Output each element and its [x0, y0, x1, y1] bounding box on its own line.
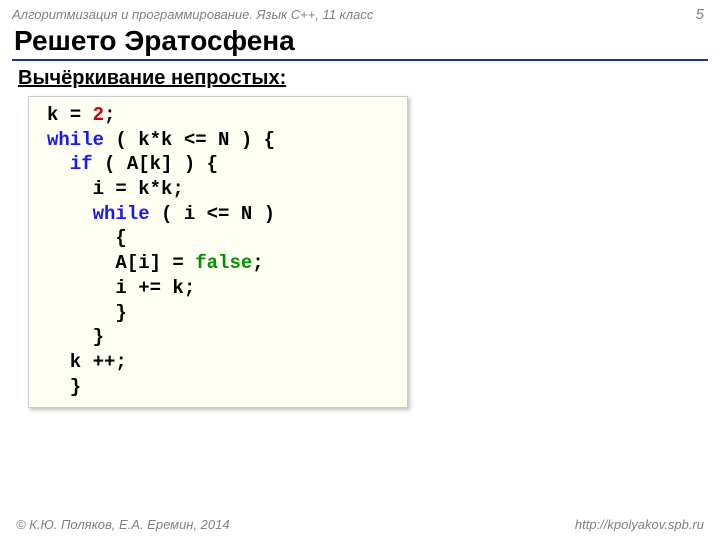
- code-text: }: [47, 376, 81, 398]
- slide-footer: © К.Ю. Поляков, Е.А. Еремин, 2014 http:/…: [0, 517, 720, 532]
- code-text: A[i] =: [47, 252, 195, 274]
- footer-url: http://kpolyakov.spb.ru: [575, 517, 704, 532]
- slide-title: Решето Эратосфена: [0, 25, 720, 59]
- code-kw-while: while: [47, 129, 104, 151]
- title-rule: [12, 59, 708, 61]
- slide: Алгоритмизация и программирование. Язык …: [0, 0, 720, 540]
- code-text: ( k*k <= N ) {: [104, 129, 275, 151]
- code-text: i += k;: [47, 277, 195, 299]
- slide-subtitle: Вычёркивание непростых:: [0, 67, 720, 96]
- code-val: false: [195, 252, 252, 274]
- code-text: }: [47, 326, 104, 348]
- code-text: ( A[k] ) {: [93, 153, 218, 175]
- page-number: 5: [696, 6, 704, 23]
- code-block: k = 2; while ( k*k <= N ) { if ( A[k] ) …: [28, 96, 408, 408]
- code-kw-while: while: [93, 203, 150, 225]
- code-kw-if: if: [70, 153, 93, 175]
- code-text: {: [47, 227, 127, 249]
- slide-header: Алгоритмизация и программирование. Язык …: [0, 0, 720, 25]
- course-label: Алгоритмизация и программирование. Язык …: [12, 7, 373, 22]
- code-text: ;: [104, 104, 115, 126]
- code-text: ;: [252, 252, 263, 274]
- copyright: © К.Ю. Поляков, Е.А. Еремин, 2014: [16, 517, 230, 532]
- code-text: k ++;: [47, 351, 127, 373]
- code-text: }: [47, 302, 127, 324]
- code-text: i = k*k;: [47, 178, 184, 200]
- code-text: k =: [47, 104, 93, 126]
- code-text: ( i <= N ): [150, 203, 275, 225]
- code-num: 2: [93, 104, 104, 126]
